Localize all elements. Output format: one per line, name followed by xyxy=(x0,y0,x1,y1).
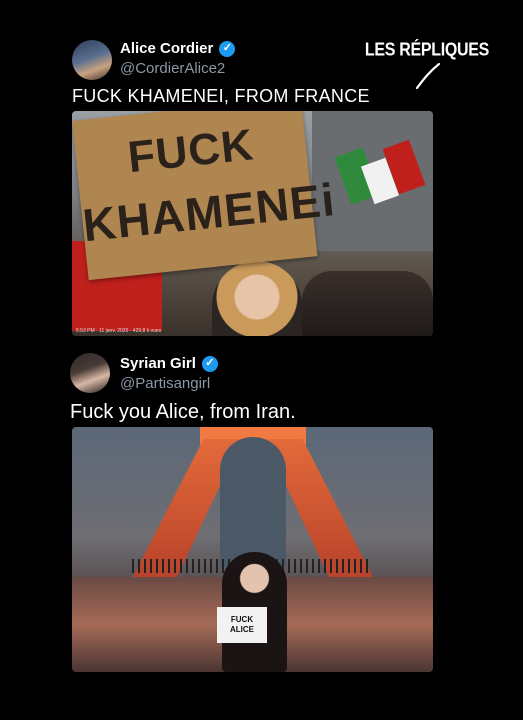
author-handle[interactable]: @CordierAlice2 xyxy=(120,60,225,77)
author-name[interactable]: Alice Cordier xyxy=(120,40,213,57)
author-name[interactable]: Syrian Girl xyxy=(120,355,196,372)
tower-arch xyxy=(220,437,286,567)
author-row: Alice Cordier ✓ xyxy=(120,40,236,57)
protest-sign: FUCK KHAMENEi xyxy=(72,111,338,281)
protester xyxy=(212,261,302,336)
tweet-photo[interactable]: FUCK KHAMENEi 5:53 PM · 11 janv. 2026 · … xyxy=(72,111,433,336)
tweet-card[interactable]: Syrian Girl ✓ @Partisangirl Fuck you Ali… xyxy=(0,345,523,720)
sign-text: FUCK xyxy=(230,615,254,624)
tweet-photo[interactable]: FUCK ALICE xyxy=(72,427,433,672)
author-handle[interactable]: @Partisangirl xyxy=(120,375,210,392)
tweet-text: Fuck you Alice, from Iran. xyxy=(70,401,296,423)
photo-caption: 5:53 PM · 11 janv. 2026 · 429,8 k vues xyxy=(76,328,162,334)
verified-badge-icon: ✓ xyxy=(219,40,236,57)
verified-badge-icon: ✓ xyxy=(201,355,218,372)
sign-text: ALICE xyxy=(230,625,254,634)
author-row: Syrian Girl ✓ xyxy=(120,355,218,372)
avatar[interactable] xyxy=(70,353,110,393)
sign-text: KHAMENEi xyxy=(80,173,338,252)
avatar[interactable] xyxy=(72,40,112,80)
held-sign: FUCK ALICE xyxy=(217,607,267,643)
tweet-card[interactable]: Alice Cordier ✓ @CordierAlice2 FUCK KHAM… xyxy=(0,0,523,345)
tweet-text: FUCK KHAMENEI, FROM FRANCE xyxy=(72,86,370,106)
crowd xyxy=(302,271,433,336)
